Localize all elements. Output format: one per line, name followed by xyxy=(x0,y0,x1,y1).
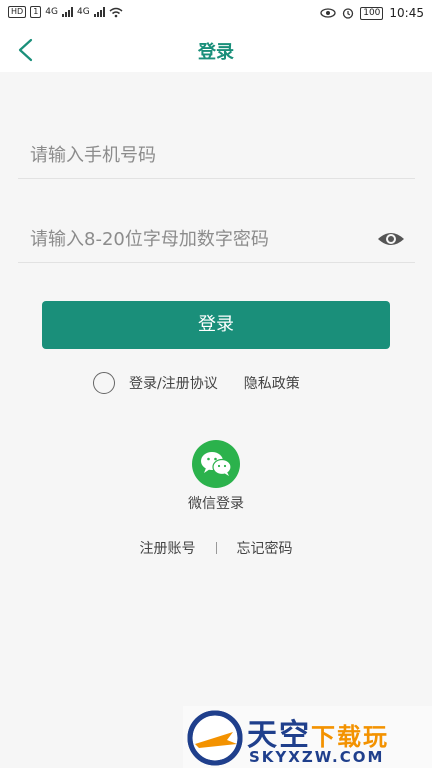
status-time: 10:45 xyxy=(389,6,424,20)
wechat-login-button[interactable]: 微信登录 xyxy=(182,440,250,513)
watermark-title-accent: 下载玩 xyxy=(311,723,389,751)
signal-icon-2 xyxy=(93,7,105,17)
login-button[interactable]: 登录 xyxy=(42,301,390,349)
wechat-login-label: 微信登录 xyxy=(188,496,244,512)
hd-badge: HD xyxy=(8,6,27,18)
terms-link[interactable]: 登录/注册协议 xyxy=(129,373,218,393)
toggle-password-visibility[interactable] xyxy=(377,230,405,248)
network-type-2: 4G xyxy=(76,7,90,17)
phone-field-row xyxy=(18,133,415,179)
site-watermark: 天空下载玩 SKYXZW.COM xyxy=(183,706,432,768)
eye-comfort-icon xyxy=(320,8,336,18)
link-divider xyxy=(215,542,217,554)
watermark-domain: SKYXZW.COM xyxy=(249,748,385,766)
eye-icon xyxy=(378,233,404,245)
wechat-icon xyxy=(192,440,240,488)
alarm-icon xyxy=(343,8,354,19)
agreement-row: 登录/注册协议 隐私政策 xyxy=(93,372,300,394)
wifi-icon xyxy=(109,7,123,17)
privacy-link[interactable]: 隐私政策 xyxy=(244,373,300,393)
status-right: 100 10:45 xyxy=(320,6,424,20)
status-bar: HD 1 4G 4G 100 10:45 xyxy=(0,0,432,28)
signal-icon xyxy=(61,7,73,17)
agree-radio[interactable] xyxy=(93,372,115,394)
page-title: 登录 xyxy=(198,42,234,63)
network-type-1: 4G xyxy=(45,7,58,17)
password-field-row xyxy=(18,217,415,263)
sim-badge: 1 xyxy=(30,6,42,18)
password-input[interactable] xyxy=(18,217,358,261)
watermark-logo-icon xyxy=(187,710,243,766)
bottom-links: 注册账号 忘记密码 xyxy=(0,538,432,558)
nav-bar: 登录 xyxy=(0,28,432,72)
register-link[interactable]: 注册账号 xyxy=(140,538,196,558)
phone-input[interactable] xyxy=(18,133,358,177)
status-left: HD 1 4G 4G xyxy=(8,6,123,18)
battery-icon: 100 xyxy=(360,6,384,20)
forgot-password-link[interactable]: 忘记密码 xyxy=(237,538,293,558)
